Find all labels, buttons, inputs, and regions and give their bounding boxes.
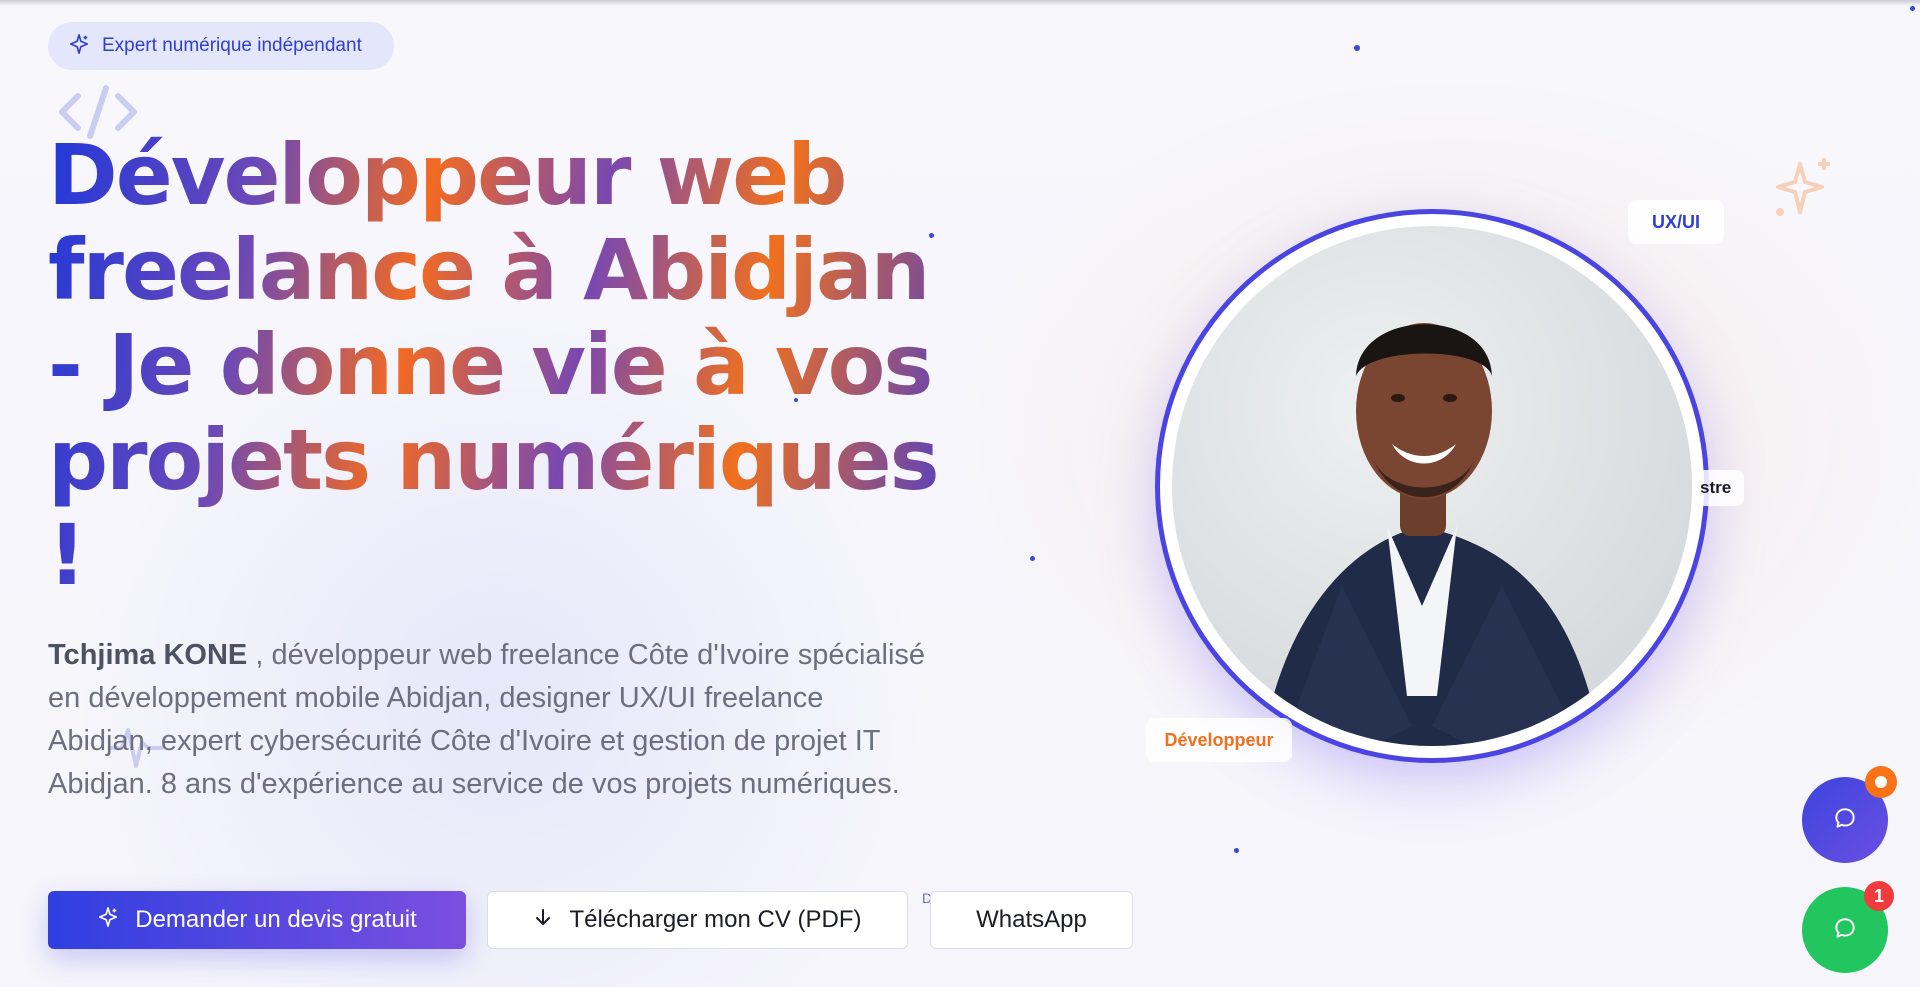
author-name: Tchjima KONE — [48, 639, 248, 671]
chip-developer: Développeur — [1146, 718, 1292, 762]
decor-dot — [1910, 6, 1915, 11]
whatsapp-unread-badge: 1 — [1864, 881, 1894, 911]
download-cv-button[interactable]: Télécharger mon CV (PDF) — [487, 891, 908, 949]
decor-dot — [929, 233, 934, 238]
badge-label: Expert numérique indépendant — [102, 35, 362, 56]
sparkle-icon — [1776, 158, 1830, 216]
request-quote-label: Demander un devis gratuit — [135, 906, 417, 933]
portrait-photo — [1172, 226, 1692, 746]
chat-notification-badge — [1865, 766, 1897, 798]
chip-ux-ui: UX/UI — [1628, 200, 1724, 244]
whatsapp-label: WhatsApp — [976, 906, 1087, 933]
arrow-down-icon — [533, 906, 553, 934]
download-cv-label: Télécharger mon CV (PDF) — [569, 906, 862, 933]
decor-dot — [1030, 556, 1035, 561]
top-shadow — [0, 0, 1920, 6]
whatsapp-button[interactable]: WhatsApp — [930, 891, 1133, 949]
request-quote-button[interactable]: Demander un devis gratuit — [48, 891, 466, 949]
decor-dot — [1354, 45, 1360, 51]
sparkle-icon — [68, 33, 90, 60]
chat-icon — [1832, 805, 1858, 836]
decor-dot — [1234, 848, 1239, 853]
portrait-frame — [1160, 214, 1704, 758]
hero-intro: Tchjima KONE , développeur web freelance… — [48, 634, 928, 806]
sparkle-icon — [97, 906, 119, 935]
chip-partial: stre — [1696, 470, 1744, 506]
decor-dot — [794, 398, 798, 402]
hero-badge: Expert numérique indépendant — [48, 22, 394, 70]
page-title: Développeur web freelance à Abidjan - Je… — [48, 128, 948, 603]
whatsapp-icon — [1832, 915, 1858, 946]
